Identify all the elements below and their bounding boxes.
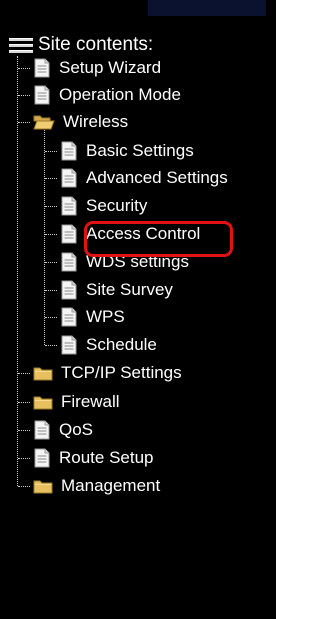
nav-item-operation-mode[interactable]: Operation Mode <box>33 82 181 108</box>
nav-item-access-control[interactable]: Access Control <box>60 221 200 247</box>
nav-item-route-setup[interactable]: Route Setup <box>33 445 154 471</box>
nav-item-tcpip-settings[interactable]: TCP/IP Settings <box>33 360 182 386</box>
nav-item-firewall[interactable]: Firewall <box>33 389 120 415</box>
nav-item-wds-settings[interactable]: WDS settings <box>60 249 189 275</box>
tree-root-label: Site contents: <box>38 34 154 55</box>
tree-line <box>18 486 30 487</box>
nav-item-qos[interactable]: QoS <box>33 417 93 443</box>
page-icon <box>60 280 78 300</box>
page-icon <box>60 141 78 161</box>
nav-item-schedule[interactable]: Schedule <box>60 332 157 358</box>
tree-line <box>45 345 57 346</box>
tree-line <box>18 373 30 374</box>
page-icon <box>60 307 78 327</box>
tree-line <box>45 290 57 291</box>
tree-line <box>18 458 30 459</box>
tree-line <box>45 262 57 263</box>
nav-item-setup-wizard[interactable]: Setup Wizard <box>33 55 161 81</box>
tree-line <box>18 122 30 123</box>
tree-root: Site contents: <box>8 33 153 57</box>
page-icon <box>60 196 78 216</box>
tree-line <box>44 130 45 345</box>
page-icon <box>33 420 51 440</box>
tree-line <box>45 151 57 152</box>
tree-line <box>17 56 18 486</box>
tree-line <box>18 430 30 431</box>
folder-icon <box>33 477 53 495</box>
folder-icon <box>33 393 53 411</box>
nav-item-wps[interactable]: WPS <box>60 304 125 330</box>
tree-line <box>45 234 57 235</box>
nav-item-site-survey[interactable]: Site Survey <box>60 277 173 303</box>
page-icon <box>60 252 78 272</box>
page-icon <box>60 168 78 188</box>
tree-line <box>45 178 57 179</box>
page-icon <box>33 85 51 105</box>
top-bar <box>148 0 266 16</box>
tree-line <box>45 317 57 318</box>
tree-root-icon <box>8 36 34 54</box>
sidebar-panel: Site contents: Setup Wizard Operation Mo… <box>0 0 276 619</box>
tree-line <box>18 95 30 96</box>
page-icon <box>60 224 78 244</box>
tree-line <box>18 402 30 403</box>
open-folder-icon <box>33 113 55 131</box>
nav-item-security[interactable]: Security <box>60 193 147 219</box>
tree-line <box>18 68 30 69</box>
folder-icon <box>33 364 53 382</box>
nav-item-wireless[interactable]: Wireless <box>33 109 128 135</box>
nav-item-basic-settings[interactable]: Basic Settings <box>60 138 194 164</box>
tree-line <box>45 206 57 207</box>
page-icon <box>33 448 51 468</box>
nav-item-advanced-settings[interactable]: Advanced Settings <box>60 165 228 191</box>
page-icon <box>60 335 78 355</box>
page-icon <box>33 58 51 78</box>
nav-item-management[interactable]: Management <box>33 473 160 499</box>
